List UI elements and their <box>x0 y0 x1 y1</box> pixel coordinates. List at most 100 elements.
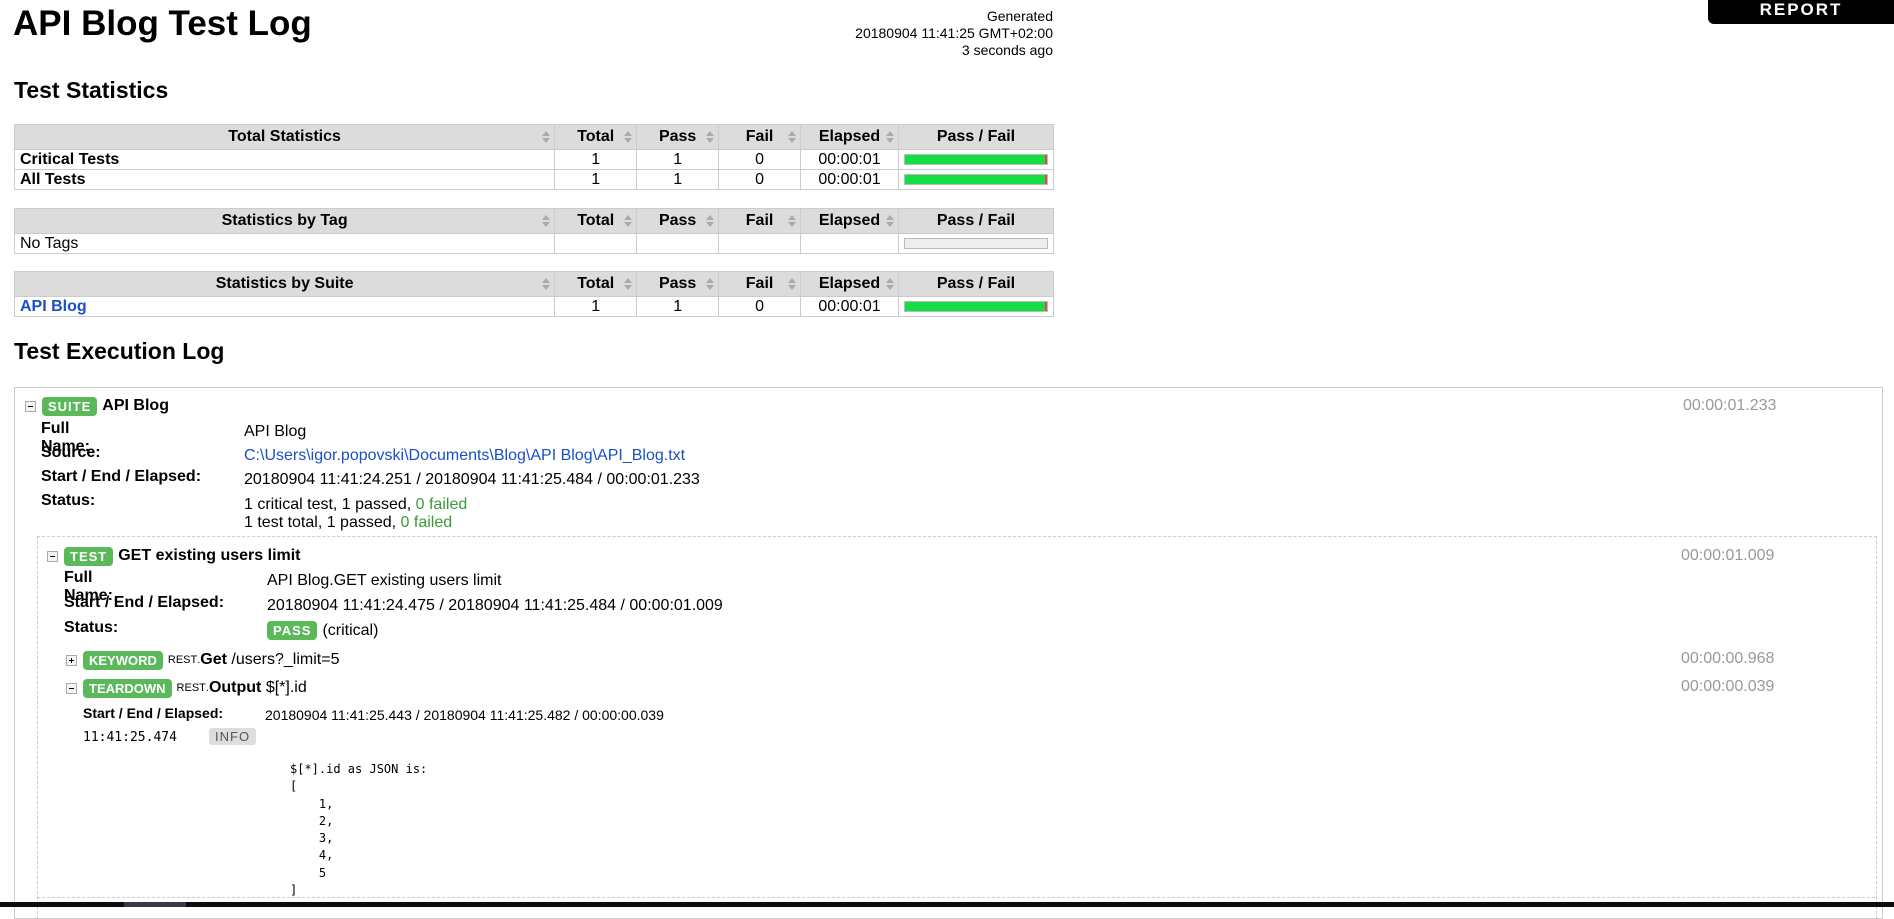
page-title: API Blog Test Log <box>13 4 312 43</box>
teardown-label: TEARDOWN <box>83 678 172 698</box>
column-header-fail[interactable]: Fail <box>718 208 802 234</box>
meta-key: Start / End / Elapsed: <box>64 594 225 611</box>
stat-graph <box>897 233 1055 254</box>
teardown-args: $[*].id <box>265 679 307 696</box>
stat-total: 1 <box>554 149 638 170</box>
generated-info: Generated 20180904 11:41:25 GMT+02:00 3 … <box>855 8 1053 59</box>
collapse-icon[interactable] <box>25 400 36 412</box>
empty-bar <box>903 238 1048 249</box>
stat-elapsed <box>800 233 899 254</box>
sort-icon <box>885 214 894 228</box>
stat-total <box>554 233 638 254</box>
suite-full-name: API Blog <box>244 423 307 440</box>
column-header-pass[interactable]: Pass <box>636 271 720 297</box>
test-times: 20180904 11:41:24.475 / 20180904 11:41:2… <box>267 597 723 614</box>
test-status-note: (critical) <box>322 622 379 639</box>
suite-source-link[interactable]: C:\Users\igor.popovski\Documents\Blog\AP… <box>244 447 685 465</box>
collapse-icon[interactable] <box>47 550 58 562</box>
stat-fail: 0 <box>718 149 802 170</box>
report-link[interactable]: REPORT <box>1708 0 1894 24</box>
pass-bar-fill <box>904 302 1047 311</box>
column-header-total[interactable]: Total <box>554 124 638 150</box>
test-elapsed: 00:00:01.009 <box>1681 547 1775 564</box>
suite-status-line-1: 1 critical test, 1 passed, 0 failed <box>244 496 468 513</box>
message-level: INFO <box>209 728 257 746</box>
column-header-elapsed[interactable]: Elapsed <box>800 271 899 297</box>
column-header-pass-fail[interactable]: Pass / Fail <box>897 124 1055 150</box>
stat-elapsed: 00:00:01 <box>800 169 899 190</box>
fail-bar-fill <box>1044 175 1047 184</box>
table-row[interactable]: API Blog 1 1 0 00:00:01 <box>13 296 1055 317</box>
keyword-elapsed: 00:00:00.968 <box>1681 650 1775 667</box>
stat-pass: 1 <box>636 169 720 190</box>
table-row[interactable]: All Tests 1 1 0 00:00:01 <box>13 169 1055 190</box>
pass-bar-fill <box>904 175 1047 184</box>
horizontal-scrollbar[interactable] <box>0 902 1894 907</box>
column-header-elapsed[interactable]: Elapsed <box>800 124 899 150</box>
stat-elapsed: 00:00:01 <box>800 296 899 317</box>
sort-icon <box>542 214 551 228</box>
test-full-name: API Blog.GET existing users limit <box>267 572 502 589</box>
suite-link[interactable]: API Blog <box>20 298 87 315</box>
sort-icon <box>885 277 894 291</box>
fail-bar-fill <box>1044 155 1047 164</box>
column-header-elapsed[interactable]: Elapsed <box>800 208 899 234</box>
test-label: TEST <box>64 546 114 566</box>
stat-graph <box>897 149 1055 170</box>
stat-fail: 0 <box>718 296 802 317</box>
column-header-total[interactable]: Total <box>554 208 638 234</box>
column-header-fail[interactable]: Fail <box>718 271 802 297</box>
stat-pass <box>636 233 720 254</box>
stat-name: No Tags <box>13 233 556 254</box>
generated-label: Generated <box>986 8 1053 24</box>
keyword-name: Get <box>200 651 227 668</box>
stat-total: 1 <box>554 296 638 317</box>
meta-key: Start / End / Elapsed: <box>83 705 224 721</box>
column-header-pass-fail[interactable]: Pass / Fail <box>897 271 1055 297</box>
collapse-icon[interactable] <box>66 682 77 694</box>
meta-key: Status: <box>41 492 96 509</box>
test-execution-log-heading: Test Execution Log <box>14 338 225 364</box>
stat-fail <box>718 233 802 254</box>
test-container-bottom-border <box>37 897 1875 898</box>
stat-name: API Blog <box>13 296 556 317</box>
sort-icon <box>624 277 633 291</box>
sort-icon <box>624 214 633 228</box>
pass-bar-fill <box>904 155 1047 164</box>
teardown-header[interactable]: TEARDOWN REST. Output $[*].id <box>66 677 307 699</box>
column-header-statistics-by-tag[interactable]: Statistics by Tag <box>13 208 556 234</box>
column-header-pass[interactable]: Pass <box>636 124 720 150</box>
generated-ago: 3 seconds ago <box>961 42 1053 58</box>
pass-fail-bar <box>903 174 1048 185</box>
teardown-elapsed: 00:00:00.039 <box>1681 678 1775 695</box>
tag-statistics-table: Statistics by Tag Total Pass Fail Elapse… <box>13 208 1055 254</box>
keyword-header[interactable]: KEYWORD REST. Get /users?_limit=5 <box>66 649 339 671</box>
column-header-pass[interactable]: Pass <box>636 208 720 234</box>
stat-total: 1 <box>554 169 638 190</box>
pass-fail-bar <box>903 154 1048 165</box>
teardown-library: REST <box>176 682 206 694</box>
suite-statistics-table: Statistics by Suite Total Pass Fail Elap… <box>13 271 1055 317</box>
suite-header[interactable]: SUITE API Blog <box>25 395 169 417</box>
column-header-total-statistics[interactable]: Total Statistics <box>13 124 556 150</box>
sort-icon <box>706 277 715 291</box>
column-header-total[interactable]: Total <box>554 271 638 297</box>
meta-key: Status: <box>64 619 119 636</box>
meta-key: Start / End / Elapsed: <box>41 468 202 485</box>
message-timestamp: 11:41:25.474 <box>83 730 177 745</box>
execution-log: SUITE API Blog 00:00:01.233 Full Name: A… <box>14 387 1883 919</box>
table-row[interactable]: Critical Tests 1 1 0 00:00:01 <box>13 149 1055 170</box>
test-header[interactable]: TEST GET existing users limit <box>47 545 301 567</box>
column-header-pass-fail[interactable]: Pass / Fail <box>897 208 1055 234</box>
suite-times: 20180904 11:41:24.251 / 20180904 11:41:2… <box>244 471 700 488</box>
test-name: GET existing users limit <box>118 547 301 564</box>
column-header-fail[interactable]: Fail <box>718 124 802 150</box>
scrollbar-thumb[interactable] <box>124 902 186 907</box>
stat-pass: 1 <box>636 149 720 170</box>
sort-icon <box>542 277 551 291</box>
sort-icon <box>706 214 715 228</box>
suite-elapsed: 00:00:01.233 <box>1683 397 1777 414</box>
column-header-statistics-by-suite[interactable]: Statistics by Suite <box>13 271 556 297</box>
pass-badge: PASS <box>267 621 318 640</box>
expand-icon[interactable] <box>66 654 77 666</box>
